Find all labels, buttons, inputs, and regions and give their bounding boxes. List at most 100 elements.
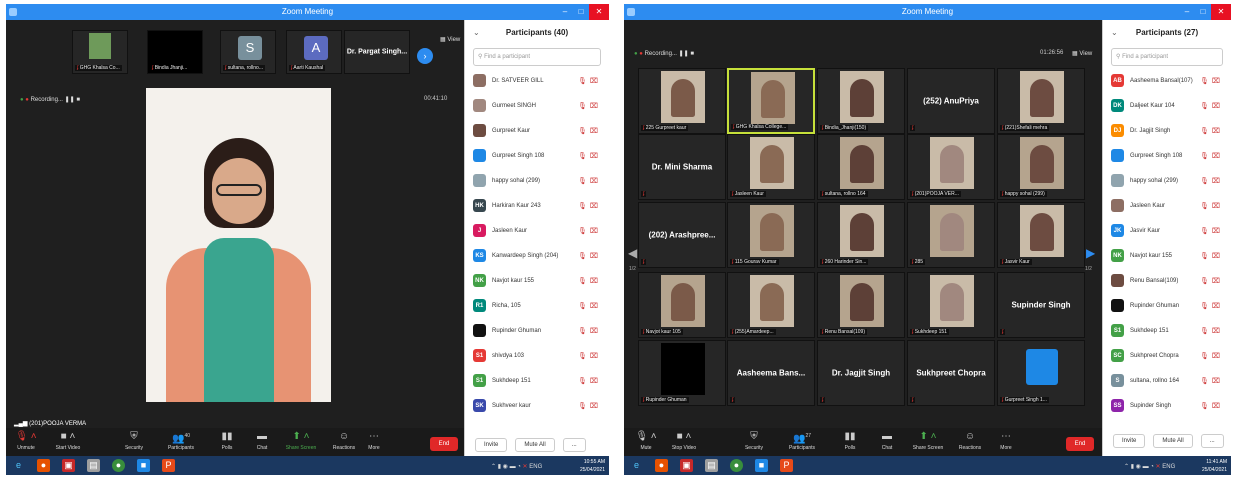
firefox-icon[interactable]: ●: [37, 459, 50, 472]
edge-icon[interactable]: e: [630, 459, 643, 472]
polls-button[interactable]: ▮▮ Polls: [207, 428, 247, 451]
chevron-down-icon[interactable]: ⌄: [1111, 20, 1118, 46]
gallery-tile[interactable]: ʄ Jasvir Kaur: [997, 202, 1085, 268]
recording-stop-icon[interactable]: ■: [76, 97, 80, 103]
chrome-icon[interactable]: ●: [112, 459, 125, 472]
gallery-tile[interactable]: (202) Arashpree... ʄ: [638, 202, 726, 268]
participant-row[interactable]: AB Aasheema Bansal(107) 🎙⌧: [1103, 68, 1231, 93]
gallery-tile[interactable]: ʄ (221)Shefali mehra: [997, 68, 1085, 134]
chevron-down-icon[interactable]: ⌄: [473, 20, 480, 46]
chat-button[interactable]: ▬ Chat: [242, 428, 282, 451]
powerpoint-icon[interactable]: P: [162, 459, 175, 472]
participant-row[interactable]: HK Harkiran Kaur 243 🎙⌧: [465, 193, 609, 218]
gallery-tile[interactable]: ʄ Sukhdeep 151: [907, 272, 995, 338]
participant-row[interactable]: NK Navjot kaur 155 🎙⌧: [1103, 243, 1231, 268]
gallery-tile[interactable]: ʄ Bindia_Jhanji(150): [817, 68, 905, 134]
office-icon[interactable]: ▣: [62, 459, 75, 472]
files-icon[interactable]: ▤: [705, 459, 718, 472]
gallery-tile[interactable]: ʄ GHG Khalsa College...: [727, 68, 815, 134]
share-screen-button[interactable]: ⬆ ˄ Share Screen: [281, 428, 321, 451]
close-icon[interactable]: ✕: [589, 4, 609, 20]
participant-row[interactable]: happy sohal (299) 🎙⌧: [465, 168, 609, 193]
recording-pause-icon[interactable]: ❚❚: [65, 97, 75, 103]
participant-row[interactable]: Ssultana, rollno 164 🎙⌧: [1103, 368, 1231, 393]
more-button[interactable]: ⋯ More: [354, 428, 394, 451]
participant-search-input[interactable]: ⚲ Find a participant: [1111, 48, 1223, 66]
participant-row[interactable]: R1 Richa, 105 🎙⌧: [465, 293, 609, 318]
firefox-icon[interactable]: ●: [655, 459, 668, 472]
gallery-tile[interactable]: ʄ Rupinder Ghuman: [638, 340, 726, 406]
thumbnail-tile[interactable]: Sʄ sultana, rollno...: [220, 30, 276, 74]
participant-row[interactable]: Gurpreet Singh 108 🎙⌧: [465, 143, 609, 168]
powerpoint-icon[interactable]: P: [780, 459, 793, 472]
participants-button[interactable]: 👥40 Participants: [161, 428, 201, 451]
end-meeting-button[interactable]: End: [1066, 437, 1094, 451]
next-page-icon[interactable]: ▶: [1086, 246, 1095, 260]
participant-row[interactable]: Rupinder Ghuman 🎙⌧: [465, 318, 609, 343]
gallery-tile[interactable]: Aasheema Bans... ʄ: [727, 340, 815, 406]
participant-row[interactable]: S1 shivdya 103 🎙⌧: [465, 343, 609, 368]
prev-page-icon[interactable]: ◀: [628, 246, 637, 260]
gallery-tile[interactable]: ʄ sultana, rollno 164: [817, 134, 905, 200]
mute-all-button[interactable]: Mute All: [515, 438, 555, 452]
reactions-button[interactable]: ☺ Reactions: [950, 428, 990, 451]
participants-button[interactable]: 👥27 Participants: [782, 428, 822, 451]
polls-button[interactable]: ▮▮ Polls: [830, 428, 870, 451]
thumbnail-tile[interactable]: ʄ GHG Khalsa Co...: [72, 30, 128, 74]
edge-icon[interactable]: e: [12, 459, 25, 472]
office-icon[interactable]: ▣: [680, 459, 693, 472]
minimize-icon[interactable]: –: [557, 4, 573, 20]
thumbnail-tile[interactable]: ʄ Bindia Jhanji...: [147, 30, 203, 74]
participant-row[interactable]: Gurmeet SINGH 🎙⌧: [465, 93, 609, 118]
more-button[interactable]: ⋯ More: [986, 428, 1026, 451]
gallery-tile[interactable]: ʄ 285: [907, 202, 995, 268]
invite-button[interactable]: Invite: [475, 438, 508, 452]
security-button[interactable]: ⛨ Security: [114, 428, 154, 451]
gallery-tile[interactable]: Dr. Jagjit Singh ʄ: [817, 340, 905, 406]
view-button[interactable]: ▦ View: [1072, 50, 1092, 57]
participant-row[interactable]: SK Sukhveer kaur 🎙⌧: [465, 393, 609, 418]
end-meeting-button[interactable]: End: [430, 437, 458, 451]
files-icon[interactable]: ▤: [87, 459, 100, 472]
participant-row[interactable]: KS Kanwardeep Singh (204) 🎙⌧: [465, 243, 609, 268]
view-button[interactable]: ▦ View: [440, 36, 460, 43]
participant-row[interactable]: Gurpreet Kaur 🎙⌧: [465, 118, 609, 143]
panel-more-button[interactable]: ...: [562, 438, 586, 452]
gallery-tile[interactable]: ʄ 225 Gurpreet kaur: [638, 68, 726, 134]
gallery-tile[interactable]: ʄ (201)POOJA VER...: [907, 134, 995, 200]
gallery-tile[interactable]: Sukhpreet Chopra ʄ: [907, 340, 995, 406]
mute-button[interactable]: 🎙 ˄ Mute: [626, 428, 666, 451]
invite-button[interactable]: Invite: [1113, 434, 1146, 448]
next-page-button[interactable]: ›: [417, 48, 433, 64]
close-icon[interactable]: ✕: [1211, 4, 1231, 20]
gallery-tile[interactable]: ʄ Jasleen Kaur: [727, 134, 815, 200]
participant-row[interactable]: Dr. SATVEER GILL 🎙⌧: [465, 68, 609, 93]
participant-search-input[interactable]: ⚲ Find a participant: [473, 48, 601, 66]
participant-row[interactable]: SS Supinder Singh 🎙⌧: [1103, 393, 1231, 418]
security-button[interactable]: ⛨ Security: [734, 428, 774, 451]
gallery-tile[interactable]: ʄ 115 Gourav Kumar: [727, 202, 815, 268]
participant-row[interactable]: Renu Bansal(109) 🎙⌧: [1103, 268, 1231, 293]
participant-row[interactable]: JK Jasvir Kaur 🎙⌧: [1103, 218, 1231, 243]
start-video-button[interactable]: ■ ˄ Start Video: [48, 428, 88, 451]
participant-row[interactable]: happy sohal (299) 🎙⌧: [1103, 168, 1231, 193]
gallery-tile[interactable]: Supinder Singh ʄ: [997, 272, 1085, 338]
participant-row[interactable]: S1 Sukhdeep 151 🎙⌧: [1103, 318, 1231, 343]
gallery-tile[interactable]: ʄ (255)Amardeep...: [727, 272, 815, 338]
participant-row[interactable]: S1 Sukhdeep 151 🎙⌧: [465, 368, 609, 393]
share-screen-button[interactable]: ⬆ ˄ Share Screen: [908, 428, 948, 451]
participant-row[interactable]: Gurpreet Singh 108 🎙⌧: [1103, 143, 1231, 168]
maximize-icon[interactable]: □: [1195, 4, 1211, 20]
zoom-taskbar-icon[interactable]: ■: [137, 459, 150, 472]
minimize-icon[interactable]: –: [1179, 4, 1195, 20]
participant-row[interactable]: Rupinder Ghuman 🎙⌧: [1103, 293, 1231, 318]
unmute-button[interactable]: 🎙 ˄ Unmute: [6, 428, 46, 451]
gallery-tile[interactable]: ʄ 260 Harinder Sin...: [817, 202, 905, 268]
maximize-icon[interactable]: □: [573, 4, 589, 20]
thumbnail-tile[interactable]: Dr. Pargat Singh...: [344, 30, 410, 74]
gallery-tile[interactable]: ʄ Gurpreet Singh 1...: [997, 340, 1085, 406]
stop-video-button[interactable]: ■ ˄ Stop Video: [664, 428, 704, 451]
gallery-tile[interactable]: Dr. Mini Sharma ʄ: [638, 134, 726, 200]
participant-row[interactable]: NK Navjot kaur 155 🎙⌧: [465, 268, 609, 293]
chat-button[interactable]: ▬ Chat: [867, 428, 907, 451]
